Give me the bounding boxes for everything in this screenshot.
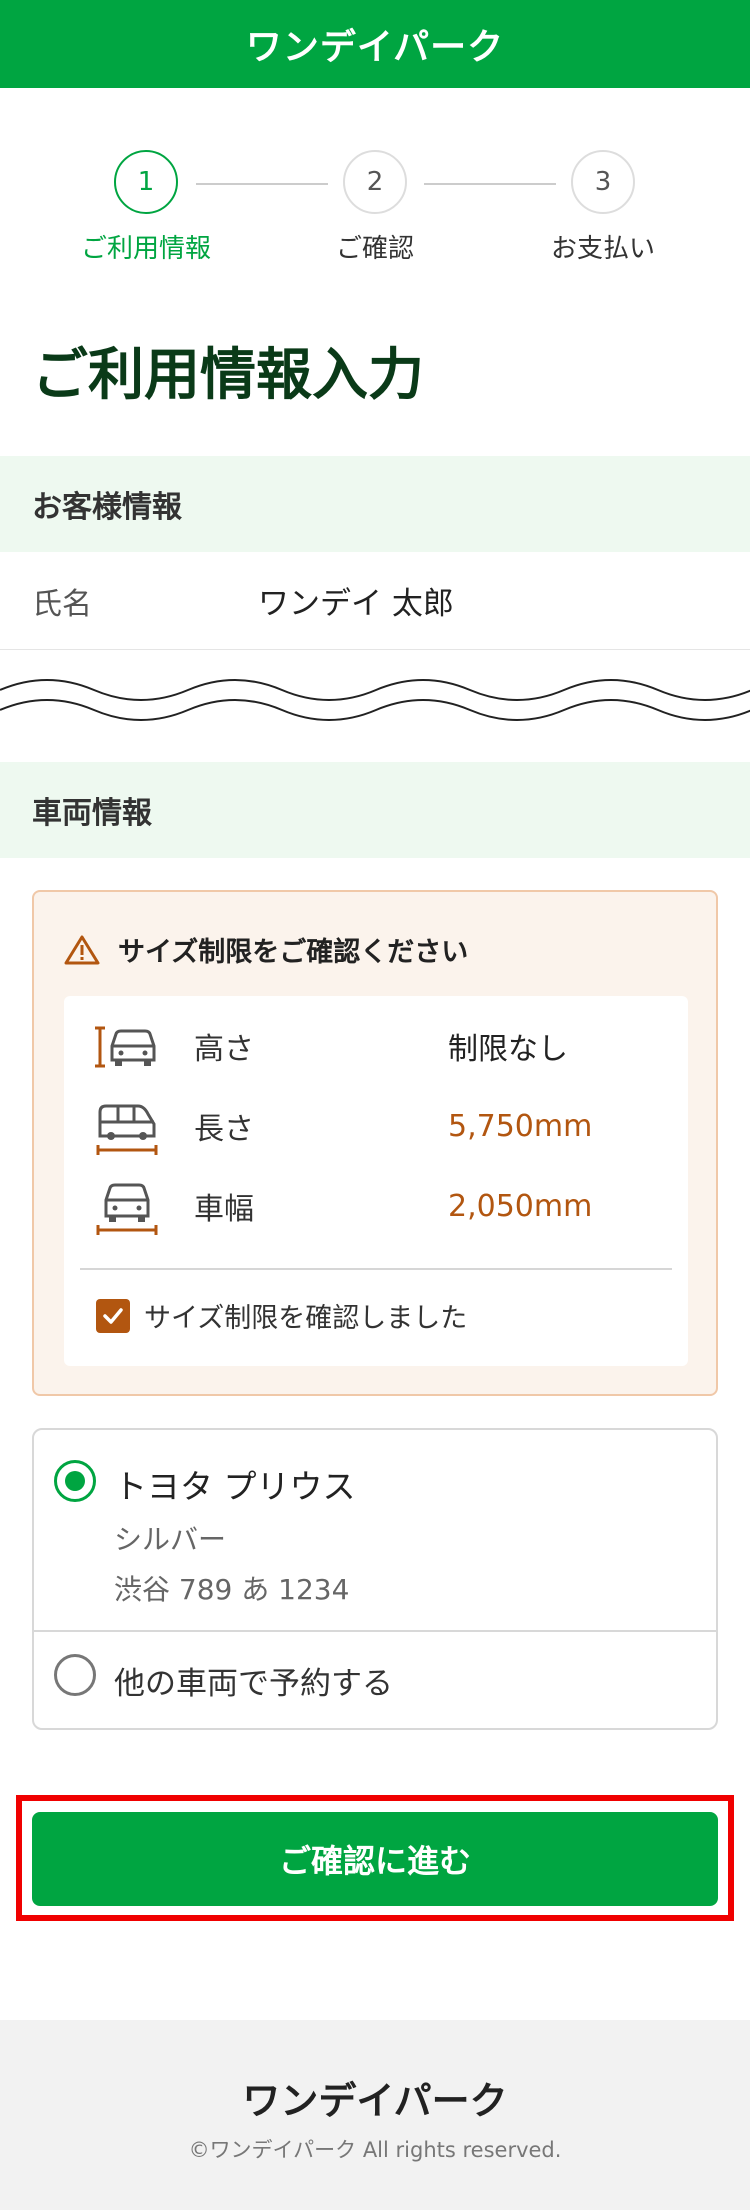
- size-limit-notice: サイズ制限をご確認ください 高さ 制限なし 長さ 5,750mm 車幅 2,05…: [32, 890, 718, 1396]
- size-spec-card: 高さ 制限なし 長さ 5,750mm 車幅 2,050mm サイズ制限を確認しま…: [64, 996, 688, 1366]
- spec-row-width: 車幅 2,050mm: [64, 1176, 688, 1236]
- spec-label: 長さ: [194, 1112, 254, 1147]
- car-plate: 渋谷 789 あ 1234: [114, 1573, 350, 1606]
- step-number: 2: [343, 150, 407, 214]
- step-number: 1: [114, 150, 178, 214]
- page-title: ご利用情報入力: [32, 343, 424, 408]
- name-row: 氏名 ワンデイ 太郎: [0, 552, 750, 650]
- step-1: 1 ご利用情報: [46, 150, 246, 265]
- car-height-icon: [95, 1026, 156, 1068]
- size-notice-title-text: サイズ制限をご確認ください: [118, 937, 469, 968]
- spec-value: 2,050mm: [448, 1188, 593, 1224]
- step-number: 3: [571, 150, 635, 214]
- car-width-icon: [96, 1183, 158, 1235]
- step-2: 2 ご確認: [275, 150, 475, 265]
- spec-row-height: 高さ 制限なし: [64, 1016, 688, 1076]
- size-notice-title: サイズ制限をご確認ください: [64, 930, 468, 969]
- footer: ワンデイパーク ©ワンデイパーク All rights reserved.: [0, 2020, 750, 2210]
- step-label: お支払い: [550, 234, 655, 264]
- size-confirm-label[interactable]: サイズ制限を確認しました: [144, 1296, 467, 1335]
- app-header: ワンデイパーク: [0, 0, 750, 88]
- step-label: ご確認: [335, 234, 414, 264]
- spec-row-length: 長さ 5,750mm: [64, 1096, 688, 1156]
- customer-section-title: お客様情報: [0, 456, 750, 552]
- progress-steps: 1 ご利用情報 2 ご確認 3 お支払い: [0, 150, 750, 270]
- spec-value: 5,750mm: [448, 1108, 593, 1144]
- vehicle-radio-other[interactable]: [54, 1654, 96, 1696]
- spec-value: 制限なし: [448, 1032, 568, 1067]
- other-vehicle-label[interactable]: 他の車両で予約する: [114, 1658, 393, 1703]
- vehicle-option-prius[interactable]: トヨタ プリウス シルバー 渋谷 789 あ 1234: [34, 1430, 716, 1632]
- vehicle-radio-selected[interactable]: [54, 1460, 96, 1502]
- logo[interactable]: ワンデイパーク: [246, 18, 504, 70]
- car-length-icon: [96, 1104, 158, 1155]
- size-confirm-checkbox-row[interactable]: サイズ制限を確認しました: [96, 1296, 467, 1335]
- divider: [80, 1268, 672, 1270]
- footer-logo[interactable]: ワンデイパーク: [0, 2070, 750, 2125]
- step-3: 3 お支払い: [503, 150, 703, 265]
- warning-icon: [64, 935, 100, 964]
- size-confirm-checkbox[interactable]: [96, 1298, 130, 1333]
- step-label: ご利用情報: [80, 234, 211, 264]
- name-label: 氏名: [32, 586, 92, 622]
- spec-label: 車幅: [194, 1192, 254, 1227]
- wave-divider: [0, 679, 750, 721]
- spec-label: 高さ: [194, 1032, 254, 1067]
- copyright: ©ワンデイパーク All rights reserved.: [188, 2138, 562, 2162]
- checkmark-icon: [103, 1307, 123, 1324]
- car-name: トヨタ プリウス: [114, 1467, 356, 1506]
- name-value: ワンデイ 太郎: [258, 586, 454, 622]
- car-color: シルバー: [114, 1523, 227, 1556]
- vehicle-section-title: 車両情報: [0, 762, 750, 858]
- vehicle-selector: トヨタ プリウス シルバー 渋谷 789 あ 1234 他の車両で予約する: [32, 1428, 718, 1730]
- proceed-to-confirm-button[interactable]: ご確認に進む: [32, 1812, 718, 1906]
